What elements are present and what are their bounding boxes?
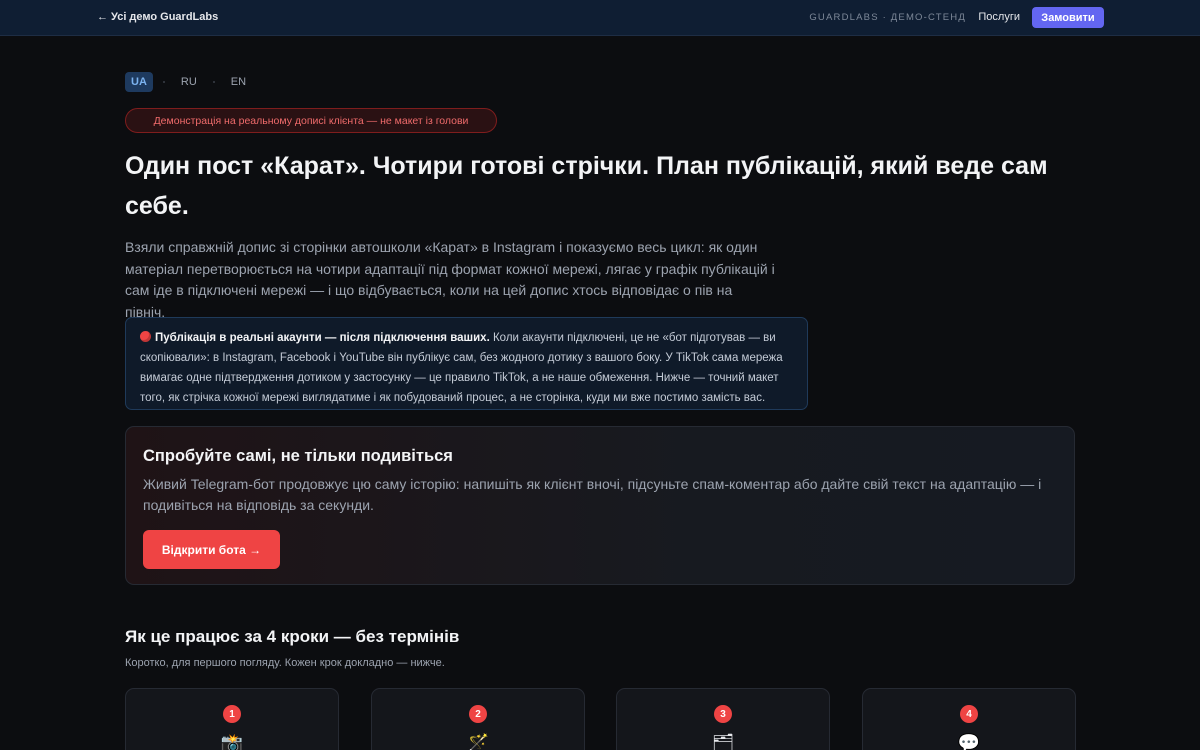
top-bar: ← Усі демо GuardLabs GUARDLABS · ДЕМО-СТ… [0,0,1200,36]
services-link[interactable]: Послуги [978,11,1020,23]
order-button[interactable]: Замовити [1032,7,1104,28]
step-number: 1 [223,705,241,723]
open-bot-button[interactable]: Відкрити бота → [143,530,280,569]
step-card: 3 🗂 [616,688,830,750]
camera-flash-icon: 📸 [220,733,244,750]
hero-lead: Взяли справжній допис зі сторінки автошк… [125,239,775,320]
brand-tag: GUARDLABS · ДЕМО-СТЕНД [809,12,966,23]
demo-badge: Демонстрація на реальному дописі клієнта… [125,108,497,133]
lang-separator [212,81,215,83]
step-number: 2 [469,705,487,723]
try-bot-card: Спробуйте самі, не тільки подивіться Жив… [125,426,1075,585]
red-circle-icon [140,331,151,342]
lang-separator [162,81,165,83]
publication-notice: Публікація в реальні акаунти — після під… [125,317,808,410]
try-card-description: Живий Telegram-бот продовжує цю саму іст… [143,476,1042,513]
lang-ua-button[interactable]: UA [125,72,153,92]
magic-wand-icon: 🪄 [466,733,490,750]
card-index-icon: 🗂 [711,733,735,750]
lang-ru-button[interactable]: RU [175,72,203,92]
step-card: 2 🪄 [371,688,585,750]
speech-bubble-icon: 💬 [957,733,981,750]
try-card-title: Спробуйте самі, не тільки подивіться [143,447,453,465]
page-title: Один пост «Карат». Чотири готові стрічки… [125,152,1048,220]
language-switch: UA RU EN [125,72,252,92]
steps-subtitle: Коротко, для першого погляду. Кожен крок… [125,657,445,669]
lang-en-button[interactable]: EN [225,72,252,92]
step-number: 4 [960,705,978,723]
back-to-demos-link[interactable]: ← Усі демо GuardLabs [97,11,218,23]
step-card: 1 📸 [125,688,339,750]
notice-lead: Публікація в реальні акаунти — після під… [155,332,490,344]
steps-title: Як це працює за 4 кроки — без термінів [125,627,460,646]
step-number: 3 [714,705,732,723]
step-card: 4 💬 [862,688,1076,750]
